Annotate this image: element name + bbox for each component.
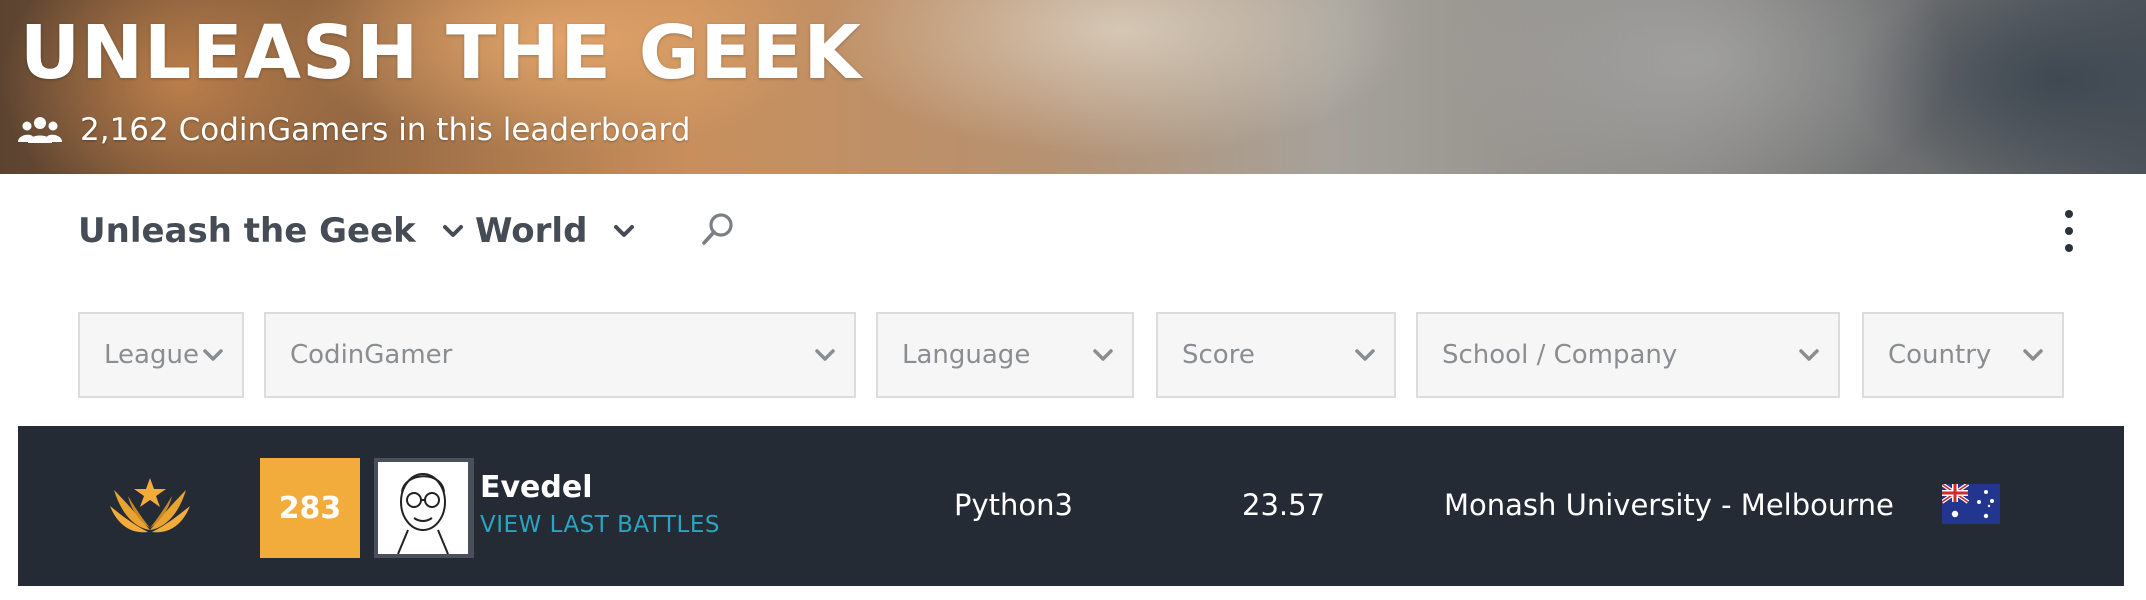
view-last-battles-link[interactable]: VIEW LAST BATTLES bbox=[480, 512, 720, 538]
filter-codingamer-label: CodinGamer bbox=[290, 340, 453, 370]
filter-language-label: Language bbox=[902, 340, 1031, 370]
region-selector[interactable]: World bbox=[475, 206, 635, 256]
search-icon[interactable] bbox=[698, 210, 738, 250]
filter-bar: League CodinGamer Language Score School … bbox=[18, 312, 2124, 398]
region-selector-label: World bbox=[475, 211, 588, 251]
filter-language[interactable]: Language bbox=[876, 312, 1134, 398]
chevron-down-icon bbox=[614, 225, 635, 237]
leaderboard-toolbar: Unleash the Geek World bbox=[18, 174, 2124, 284]
filter-school-company[interactable]: School / Company bbox=[1416, 312, 1840, 398]
filter-codingamer[interactable]: CodinGamer bbox=[264, 312, 856, 398]
table-row[interactable]: 283 Evedel VIEW LAST BATTLES Python3 23.… bbox=[18, 426, 2124, 586]
legend-league-icon bbox=[110, 478, 190, 533]
filter-country[interactable]: Country bbox=[1862, 312, 2064, 398]
avatar[interactable] bbox=[374, 458, 474, 558]
game-selector-label: Unleash the Geek bbox=[78, 211, 416, 251]
leaderboard-panel: Unleash the Geek World League CodinGamer bbox=[18, 174, 2124, 600]
filter-score[interactable]: Score bbox=[1156, 312, 1396, 398]
language-cell: Python3 bbox=[954, 488, 1073, 522]
game-selector[interactable]: Unleash the Geek bbox=[78, 206, 464, 256]
australia-flag-icon bbox=[1942, 484, 2000, 524]
chevron-down-icon bbox=[1093, 349, 1113, 361]
leaderboard-hero-banner: UNLEASH THE GEEK 2,162 CodinGamers in th… bbox=[0, 0, 2146, 174]
more-vertical-icon[interactable] bbox=[2062, 210, 2076, 252]
filter-country-label: Country bbox=[1888, 340, 1992, 370]
score-cell: 23.57 bbox=[1242, 488, 1326, 522]
chevron-down-icon bbox=[1355, 349, 1375, 361]
players-icon bbox=[18, 117, 62, 143]
rank-badge: 283 bbox=[260, 458, 360, 558]
filter-score-label: Score bbox=[1182, 340, 1255, 370]
filter-league[interactable]: League bbox=[78, 312, 244, 398]
chevron-down-icon bbox=[2023, 349, 2043, 361]
chevron-down-icon bbox=[442, 225, 463, 237]
filter-school-label: School / Company bbox=[1442, 340, 1678, 370]
chevron-down-icon bbox=[203, 349, 223, 361]
chevron-down-icon bbox=[1799, 349, 1819, 361]
players-count: 2,162 CodinGamers in this leaderboard bbox=[18, 110, 690, 150]
page-title: UNLEASH THE GEEK bbox=[20, 10, 862, 96]
filter-league-label: League bbox=[104, 340, 199, 370]
chevron-down-icon bbox=[815, 349, 835, 361]
players-count-text: 2,162 CodinGamers in this leaderboard bbox=[80, 112, 691, 148]
player-name[interactable]: Evedel bbox=[480, 470, 593, 505]
avatar-image bbox=[378, 462, 468, 554]
school-cell: Monash University - Melbourne bbox=[1444, 488, 1894, 522]
